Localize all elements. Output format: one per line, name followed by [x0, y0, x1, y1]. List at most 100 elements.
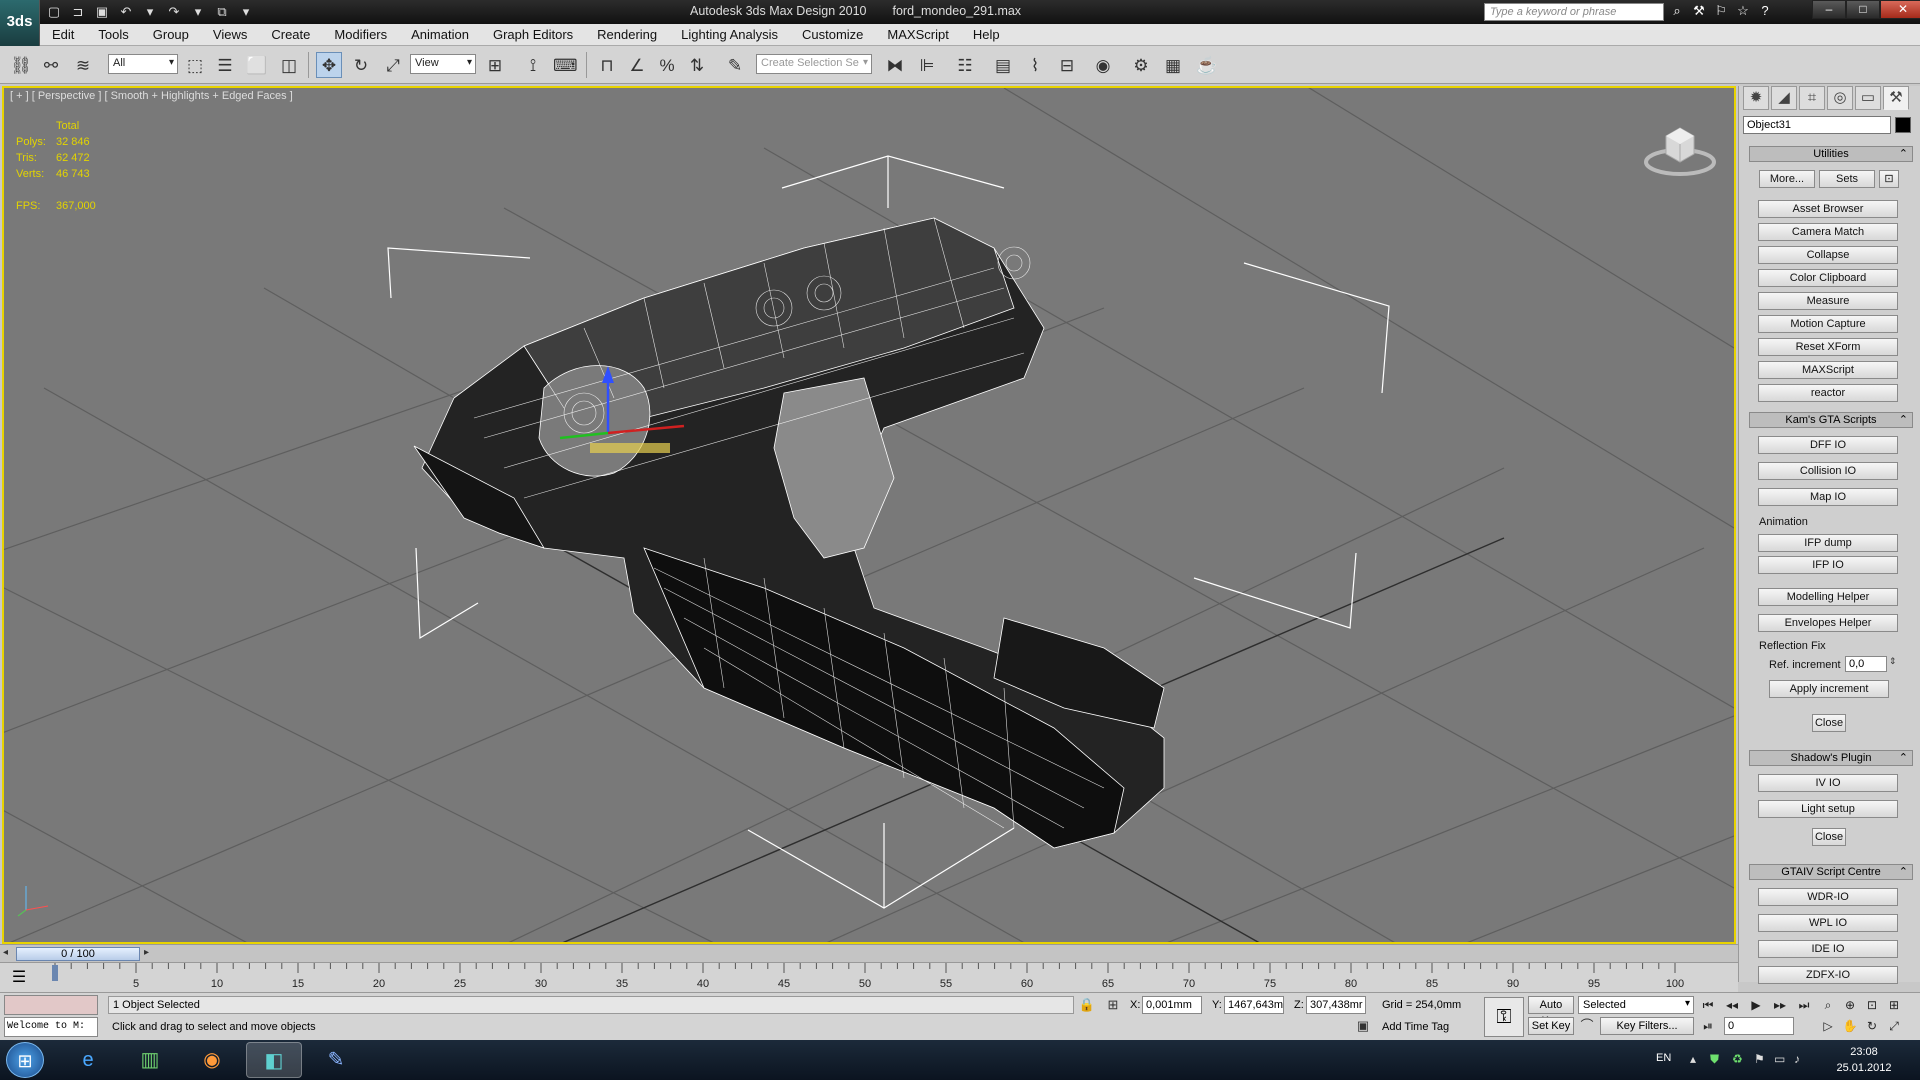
wdr-io-button[interactable]: WDR-IO [1758, 888, 1898, 906]
y-coord-field[interactable]: 1467,643m [1224, 996, 1284, 1014]
utility-tray-icon[interactable]: ♻ [1732, 1052, 1743, 1066]
camera-match-button[interactable]: Camera Match [1758, 223, 1898, 241]
menu-modifiers[interactable]: Modifiers [322, 27, 399, 42]
window-crossing-icon[interactable]: ◫ [276, 52, 302, 78]
light-setup-button[interactable]: Light setup [1758, 800, 1898, 818]
configure-sets-icon[interactable]: ⊡ [1879, 170, 1899, 188]
key-mode-selection-dropdown[interactable]: Selected [1578, 996, 1694, 1014]
modelling-helper-button[interactable]: Modelling Helper [1758, 588, 1898, 606]
pivot-point-center-icon[interactable]: ⊞ [482, 52, 508, 78]
menu-edit[interactable]: Edit [40, 27, 86, 42]
layer-manager-icon[interactable]: ☷ [952, 52, 978, 78]
field-of-view-icon[interactable]: ▷ [1818, 1017, 1838, 1035]
undo-dropdown-icon[interactable]: ▾ [140, 3, 160, 21]
goto-end-icon[interactable]: ⏭ [1794, 996, 1814, 1014]
dff-io-button[interactable]: DFF IO [1758, 436, 1898, 454]
wpl-io-button[interactable]: WPL IO [1758, 914, 1898, 932]
rollout-gtaiv-script-centre[interactable]: GTAIV Script Centre [1749, 864, 1913, 880]
rollout-shadows-plugin[interactable]: Shadow's Plugin [1749, 750, 1913, 766]
time-slider-next-icon[interactable]: ▸ [144, 947, 149, 958]
curve-editor-icon[interactable]: ⌇ [1022, 52, 1048, 78]
reference-coordinate-dropdown[interactable]: View [410, 54, 476, 74]
qa-customize-dropdown-icon[interactable]: ▾ [236, 3, 256, 21]
zoom-extents-icon[interactable]: ⊡ [1862, 996, 1882, 1014]
ref-increment-spinner-icon[interactable]: ⇕ [1889, 656, 1897, 667]
material-editor-icon[interactable]: ◉ [1090, 52, 1116, 78]
ifp-io-button[interactable]: IFP IO [1758, 556, 1898, 574]
binoculars-icon[interactable]: ⌕ [1668, 3, 1686, 19]
rectangular-selection-icon[interactable]: ⬜ [244, 52, 270, 78]
render-setup-icon[interactable]: ⚙ [1128, 52, 1154, 78]
menu-help[interactable]: Help [961, 27, 1012, 42]
add-time-tag-button[interactable]: Add Time Tag [1382, 1021, 1449, 1033]
maxscript-button[interactable]: MAXScript [1758, 361, 1898, 379]
maxscript-mini-listener[interactable]: Welcome to M: [4, 1017, 98, 1037]
collision-io-button[interactable]: Collision IO [1758, 462, 1898, 480]
antivirus-tray-icon[interactable]: ⛊ [1710, 1052, 1719, 1067]
more-button[interactable]: More... [1759, 170, 1815, 188]
key-filters-button[interactable]: Key Filters... [1600, 1017, 1694, 1035]
reset-xform-button[interactable]: Reset XForm [1758, 338, 1898, 356]
infocenter-search-input[interactable]: Type a keyword or phrase [1484, 3, 1664, 21]
select-by-name-icon[interactable]: ☰ [212, 52, 238, 78]
file-manager-icon[interactable]: ▥ [122, 1042, 178, 1078]
new-file-icon[interactable]: ▢ [44, 3, 64, 21]
color-clipboard-button[interactable]: Color Clipboard [1758, 269, 1898, 287]
pan-view-icon[interactable]: ✋ [1840, 1017, 1860, 1035]
menu-group[interactable]: Group [141, 27, 201, 42]
tools-icon[interactable]: ⚒ [1690, 3, 1708, 19]
rollout-utilities[interactable]: Utilities [1749, 146, 1913, 162]
motion-capture-button[interactable]: Motion Capture [1758, 315, 1898, 333]
menu-customize[interactable]: Customize [790, 27, 875, 42]
select-and-rotate-icon[interactable]: ↻ [348, 52, 374, 78]
auto-key-button[interactable]: Auto Key [1528, 996, 1574, 1027]
selection-lock-icon[interactable]: 🔒 [1078, 996, 1096, 1014]
select-and-scale-icon[interactable]: ⤢ [380, 52, 406, 78]
sets-button[interactable]: Sets [1819, 170, 1875, 188]
ref-increment-input[interactable]: 0,0 [1845, 656, 1887, 672]
snaps-toggle-icon[interactable]: ⊓ [594, 52, 620, 78]
measure-button[interactable]: Measure [1758, 292, 1898, 310]
time-tag-icon[interactable]: ▣ [1354, 1017, 1372, 1035]
tab-modify-icon[interactable]: ◢ [1771, 86, 1797, 110]
input-language-indicator[interactable]: EN [1656, 1052, 1671, 1064]
tab-motion-icon[interactable]: ◎ [1827, 86, 1853, 110]
application-button[interactable]: 3ds [0, 0, 40, 46]
tab-display-icon[interactable]: ▭ [1855, 86, 1881, 110]
favorites-star-icon[interactable]: ☆ [1734, 3, 1752, 19]
graphite-modeling-icon[interactable]: ▤ [990, 52, 1016, 78]
system-clock[interactable]: 23:08 25.01.2012 [1822, 1044, 1906, 1076]
zdfx-io-button[interactable]: ZDFX-IO [1758, 966, 1898, 984]
maximize-button[interactable]: □ [1846, 0, 1880, 19]
keyboard-shortcut-override-icon[interactable]: ⌨ [552, 52, 578, 78]
project-folder-icon[interactable]: ⧉ [212, 3, 232, 21]
menu-views[interactable]: Views [201, 27, 259, 42]
apply-increment-button[interactable]: Apply increment [1769, 680, 1889, 698]
close-button[interactable]: ✕ [1880, 0, 1920, 19]
mirror-icon[interactable]: ⧓ [882, 52, 908, 78]
set-keys-key-icon[interactable]: ⚿ [1484, 997, 1524, 1037]
next-frame-icon[interactable]: ▸▸ [1770, 996, 1790, 1014]
tray-expand-icon[interactable]: ▴ [1690, 1052, 1696, 1066]
selection-filter-dropdown[interactable]: All [108, 54, 178, 74]
firefox-icon[interactable]: ◉ [184, 1042, 240, 1078]
named-selection-sets-dropdown[interactable]: Create Selection Se [756, 54, 872, 74]
map-io-button[interactable]: Map IO [1758, 488, 1898, 506]
x-coord-field[interactable]: 0,001mm [1142, 996, 1202, 1014]
time-slider[interactable]: ◂ 0 / 100 ▸ [0, 944, 1738, 962]
envelopes-helper-button[interactable]: Envelopes Helper [1758, 614, 1898, 632]
spinner-snap-icon[interactable]: ⇅ [684, 52, 710, 78]
viewcube-icon[interactable] [1644, 118, 1716, 178]
object-color-swatch[interactable] [1895, 117, 1911, 133]
schematic-view-icon[interactable]: ⊟ [1054, 52, 1080, 78]
ide-io-button[interactable]: IDE IO [1758, 940, 1898, 958]
bind-space-warp-icon[interactable]: ≋ [70, 52, 96, 78]
3dsmax-taskbar-icon[interactable]: ◧ [246, 1042, 302, 1078]
redo-icon[interactable]: ↷ [164, 3, 184, 21]
set-key-button[interactable]: Set Key [1528, 1017, 1574, 1035]
iv-io-button[interactable]: IV IO [1758, 774, 1898, 792]
action-center-flag-icon[interactable]: ⚑ [1754, 1052, 1765, 1066]
angle-snap-icon[interactable]: ∠ [624, 52, 650, 78]
maxscript-mini-listener-top[interactable] [4, 995, 98, 1015]
viewport-label-menu[interactable]: [ + ] [ Perspective ] [ Smooth + Highlig… [10, 90, 293, 102]
